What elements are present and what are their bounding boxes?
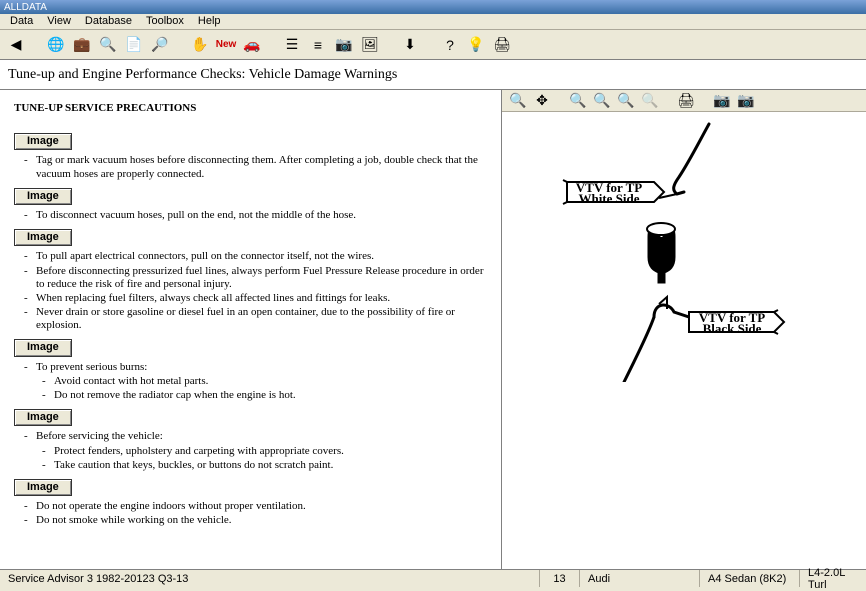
list-item: Do not remove the radiator cap when the … [42,389,487,402]
image-button[interactable]: Image [14,188,72,205]
image-pane: 🔍 ✥ 🔍 🔍 🔍 🔍 🖨 📷 📷 [502,90,866,570]
zoom-region-icon[interactable]: 🔍 [508,91,528,111]
back-icon[interactable]: ◀ [6,35,26,55]
print-icon[interactable]: 🖨 [492,35,512,55]
window-titlebar: ALLDATA [0,0,866,14]
menu-help[interactable]: Help [192,14,227,29]
menu-toolbox[interactable]: Toolbox [140,14,190,29]
list-item: Tag or mark vacuum hoses before disconne… [24,154,487,180]
status-make: Audi [580,570,700,587]
help-icon[interactable]: ? [440,35,460,55]
camera-next-icon[interactable]: 📷 [736,91,756,111]
content-area: TUNE-UP SERVICE PRECAUTIONS Image Tag or… [0,90,866,570]
article-heading: TUNE-UP SERVICE PRECAUTIONS [14,102,487,115]
text-icon[interactable]: ≡ [308,35,328,55]
zoom-actual-icon[interactable]: 🔍 [592,91,612,111]
list-item: Do not operate the engine indoors withou… [24,500,487,513]
list-item: When replacing fuel filters, always chec… [24,292,487,305]
status-model: A4 Sedan (8K2) [700,570,800,587]
new-icon[interactable]: New [216,35,236,55]
list-item: To disconnect vacuum hoses, pull on the … [24,209,487,222]
zoom-fit-icon[interactable]: 🔍 [568,91,588,111]
list-item: Never drain or store gasoline or diesel … [24,306,487,332]
document-icon[interactable]: 📄 [124,35,144,55]
list-item: Take caution that keys, buckles, or butt… [42,459,487,472]
menu-data[interactable]: Data [4,14,39,29]
zoom-in-icon[interactable]: 🔍 [616,91,636,111]
diagram-viewport[interactable]: VTV for TP White Side VTV for TP Black S… [502,112,866,570]
image-toolbar: 🔍 ✥ 🔍 🔍 🔍 🔍 🖨 📷 📷 [502,90,866,112]
briefcase-icon[interactable]: 💼 [72,35,92,55]
find-icon[interactable]: 🔍 [98,35,118,55]
image-icon[interactable]: 🖼 [360,35,380,55]
camera-icon[interactable]: 📷 [334,35,354,55]
status-bar: Service Advisor 3 1982-20123 Q3-13 13 Au… [0,569,866,587]
pan-icon[interactable]: ✥ [532,91,552,111]
list-item: Before disconnecting pressurized fuel li… [24,265,487,291]
image-button[interactable]: Image [14,133,72,150]
list-item: To pull apart electrical connectors, pul… [24,250,487,263]
status-left: Service Advisor 3 1982-20123 Q3-13 [0,570,540,587]
article-pane: TUNE-UP SERVICE PRECAUTIONS Image Tag or… [0,90,502,570]
list-item: Do not smoke while working on the vehicl… [24,514,487,527]
list-item: Protect fenders, upholstery and carpetin… [42,445,487,458]
page-title: Tune-up and Engine Performance Checks: V… [0,60,866,90]
print-image-icon[interactable]: 🖨 [676,91,696,111]
image-button[interactable]: Image [14,339,72,356]
list-item: Before servicing the vehicle: Protect fe… [24,430,487,472]
diagram-label-1-line2: White Side [578,191,639,206]
camera-prev-icon[interactable]: 📷 [712,91,732,111]
globe-icon[interactable]: 🌐 [46,35,66,55]
status-engine: L4-2.0L Turl [800,570,866,587]
list-icon[interactable]: ☰ [282,35,302,55]
hand-icon[interactable]: ✋ [190,35,210,55]
download-icon[interactable]: ⬇ [400,35,420,55]
bulb-icon[interactable]: 💡 [466,35,486,55]
car-icon[interactable]: 🚗 [242,35,262,55]
image-button[interactable]: Image [14,479,72,496]
menu-database[interactable]: Database [79,14,138,29]
list-item: To prevent serious burns: Avoid contact … [24,361,487,403]
diagram-label-2-line2: Black Side [703,321,762,336]
list-item: Avoid contact with hot metal parts. [42,375,487,388]
status-pagenum: 13 [540,570,580,587]
image-button[interactable]: Image [14,409,72,426]
diagram-svg: VTV for TP White Side VTV for TP Black S… [559,122,809,382]
menu-view[interactable]: View [41,14,77,29]
image-button[interactable]: Image [14,229,72,246]
main-toolbar: ◀ 🌐 💼 🔍 📄 🔎 ✋ New 🚗 ☰ ≡ 📷 🖼 ⬇ ? 💡 🖨 [0,30,866,60]
zoom-out-icon[interactable]: 🔍 [640,91,660,111]
window-title: ALLDATA [4,2,47,13]
menubar: Data View Database Toolbox Help [0,14,866,30]
search-icon[interactable]: 🔎 [150,35,170,55]
